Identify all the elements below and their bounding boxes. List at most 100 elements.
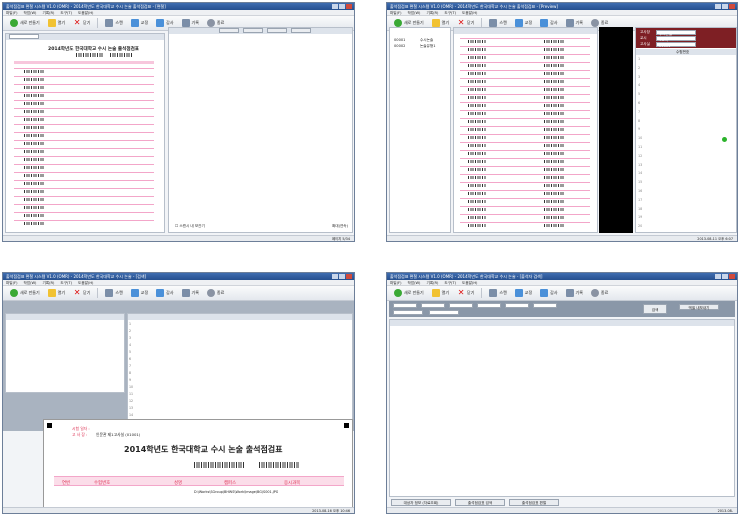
filter-select-5[interactable] (505, 303, 529, 308)
new-button[interactable]: 새로 만들기 (7, 288, 43, 299)
filter-input-2[interactable] (429, 310, 459, 315)
plus-icon (10, 19, 18, 27)
menu-record[interactable]: 기록(R) (426, 10, 438, 15)
close-window-button[interactable] (346, 4, 352, 9)
open-button[interactable]: 열기 (45, 288, 68, 299)
record-button[interactable]: 기록 (563, 288, 586, 299)
tab-3[interactable] (267, 28, 287, 33)
barcode (24, 150, 44, 153)
new-button[interactable]: 새로 만들기 (391, 288, 427, 299)
sheet-row-line (14, 212, 154, 213)
menu-help[interactable]: 도움말(H) (78, 280, 93, 285)
filter-select-2[interactable] (421, 303, 445, 308)
tab-attendance-search[interactable]: 출석점검표 검색 (455, 499, 505, 506)
row-number: 19 (638, 215, 643, 220)
minimize-button[interactable] (332, 274, 338, 279)
magnifier-icon (206, 289, 215, 297)
row-number: 5 (129, 350, 132, 354)
correct-button[interactable]: 교정 (512, 288, 535, 299)
x-icon: ✕ (457, 288, 465, 297)
open-button[interactable]: 열기 (45, 18, 68, 29)
maximize-button[interactable] (339, 274, 345, 279)
export-excel-button[interactable]: 엑셀 내보내기 (679, 304, 719, 310)
exam-site-select[interactable]: 수시논술 (656, 30, 696, 36)
barcode (468, 56, 486, 59)
menu-record[interactable]: 기록(R) (42, 280, 54, 285)
row-number: 14 (638, 171, 643, 176)
close-button[interactable]: ✕ 닫기 (70, 18, 93, 29)
menu-record[interactable]: 기록(R) (426, 280, 438, 285)
checkbox-option[interactable]: ☐ 스캔시 내 보관기 (175, 224, 205, 229)
close-button[interactable]: ✕ 닫기 (70, 288, 93, 299)
barcode (468, 40, 486, 43)
record-button[interactable]: 기록 (179, 288, 202, 299)
search-button[interactable]: 검색 (643, 304, 667, 314)
barcode (24, 158, 44, 161)
menu-work[interactable]: 작업(W) (23, 10, 36, 15)
minimize-button[interactable] (715, 4, 721, 9)
menu-file[interactable]: 파일(F) (6, 280, 17, 285)
maximize-button[interactable] (722, 274, 728, 279)
maximize-button[interactable] (339, 4, 345, 9)
menu-tools[interactable]: 도구(T) (444, 280, 456, 285)
tab-target-info[interactable]: 대상자 정보 (자료조회) (391, 499, 451, 506)
correct-button[interactable]: 교정 (128, 288, 151, 299)
filter-select-6[interactable] (533, 303, 557, 308)
table-header-band (128, 314, 352, 320)
filter-select-4[interactable] (477, 303, 501, 308)
tab-2[interactable] (243, 28, 263, 33)
menu-tools[interactable]: 도구(T) (444, 10, 456, 15)
close-window-button[interactable] (729, 4, 735, 9)
minimize-button[interactable] (332, 4, 338, 9)
filter-select-3[interactable] (449, 303, 473, 308)
menu-tools[interactable]: 도구(T) (60, 280, 72, 285)
minimize-button[interactable] (715, 274, 721, 279)
tab-attendance-binding[interactable]: 출석점검표 편철 (509, 499, 559, 506)
scan-info-chip[interactable] (9, 34, 39, 39)
menu-file[interactable]: 파일(F) (6, 10, 17, 15)
menu-work[interactable]: 작업(W) (407, 280, 420, 285)
barcode (544, 192, 564, 195)
menu-file[interactable]: 파일(F) (390, 280, 401, 285)
sheet-header-row: 연번 수험번호 성명 캠퍼스 응시과목 (54, 476, 344, 486)
pen-icon (514, 19, 523, 27)
titlebar: 출석점검표 편철 시스템 V1.0 (OMR) - 2014학년도 한국대학교 … (387, 273, 737, 280)
maximize-button[interactable] (722, 4, 728, 9)
audit-button[interactable]: 감사 (153, 288, 176, 299)
open-button[interactable]: 열기 (429, 288, 452, 299)
selected-row[interactable] (6, 321, 124, 327)
scan-button[interactable]: 스캔 (102, 18, 125, 29)
filter-input-1[interactable] (393, 310, 423, 315)
room-select[interactable]: 01001 (656, 42, 696, 48)
correct-button[interactable]: 교정 (128, 18, 151, 29)
menu-tools[interactable]: 도구(T) (60, 10, 72, 15)
menu-record[interactable]: 기록(R) (42, 10, 54, 15)
audit-button[interactable]: 감사 (537, 288, 560, 299)
menu-file[interactable]: 파일(F) (390, 10, 401, 15)
exit-button[interactable]: 종료 (588, 288, 611, 299)
row-number: 15 (638, 180, 643, 185)
tab-4[interactable] (291, 28, 311, 33)
exit-button[interactable]: 종료 (204, 288, 227, 299)
new-button[interactable]: 새로 만들기 (7, 18, 43, 29)
barcode (468, 160, 486, 163)
menu-help[interactable]: 도움말(H) (462, 280, 477, 285)
barcode (24, 110, 44, 113)
sheet-row-line (14, 84, 154, 85)
image-viewport (599, 27, 633, 233)
menu-work[interactable]: 작업(W) (407, 10, 420, 15)
plus-icon (394, 289, 402, 297)
close-button[interactable]: ✕ 닫기 (454, 288, 477, 299)
filter-select-1[interactable] (393, 303, 417, 308)
period-select[interactable]: 1교시 (656, 36, 696, 42)
menu-work[interactable]: 작업(W) (23, 280, 36, 285)
scanner-icon (489, 19, 498, 27)
close-window-button[interactable] (729, 274, 735, 279)
scan-button[interactable]: 스캔 (486, 288, 509, 299)
close-window-button[interactable] (346, 274, 352, 279)
menu-help[interactable]: 도움말(H) (78, 10, 93, 15)
sheet-row-line (460, 174, 590, 175)
scan-button[interactable]: 스캔 (102, 288, 125, 299)
tab-1[interactable] (219, 28, 239, 33)
menu-help[interactable]: 도움말(H) (462, 10, 477, 15)
